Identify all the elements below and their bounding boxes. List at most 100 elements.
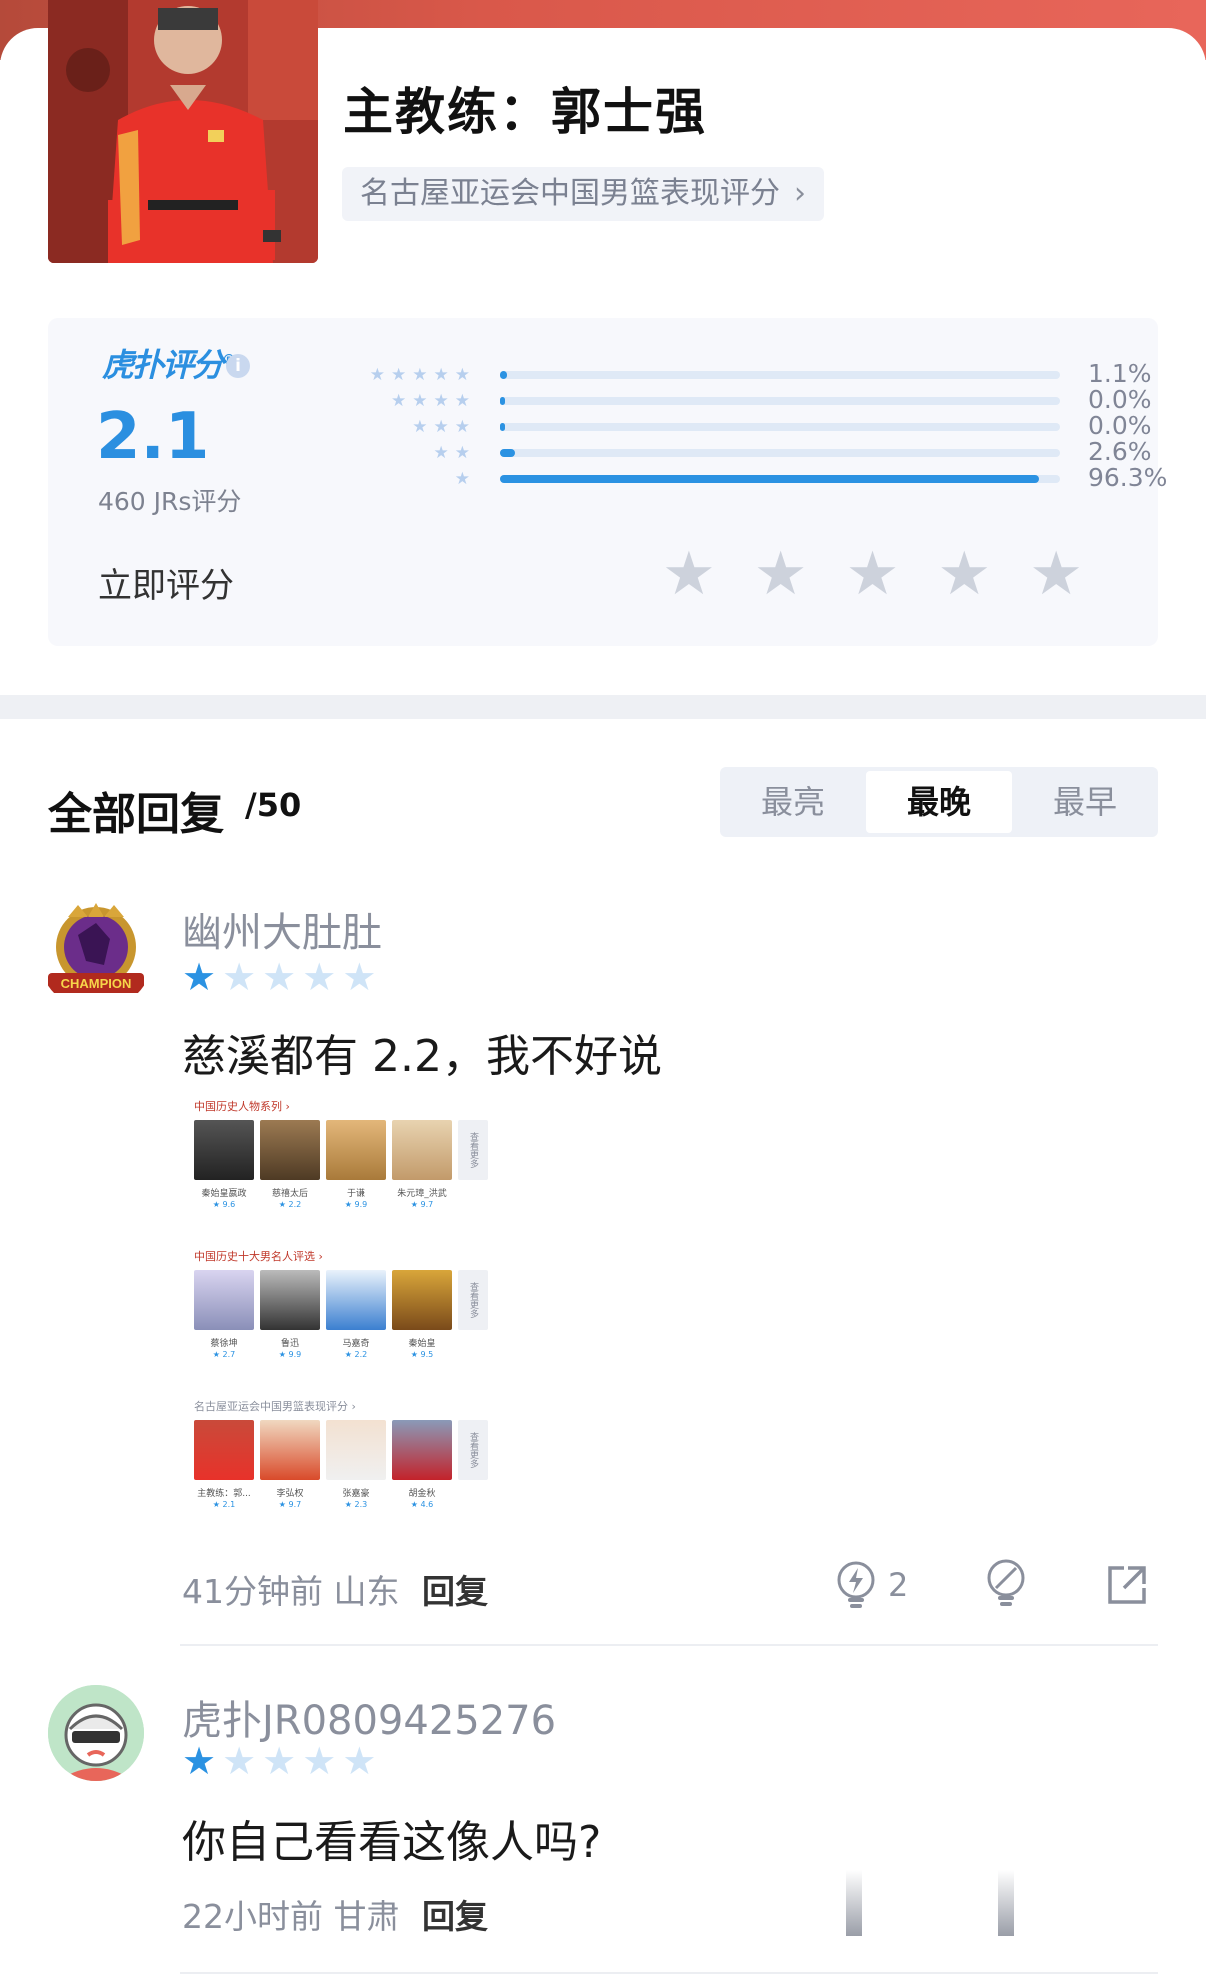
comment-separator xyxy=(180,1644,1158,1646)
coach-photo xyxy=(48,0,318,263)
distribution-row: ★ ★ 2.6% xyxy=(310,437,1152,466)
section-divider xyxy=(0,695,1206,719)
share-icon[interactable] xyxy=(1106,1564,1148,1610)
lightbulb-icon[interactable] xyxy=(834,1560,878,1614)
distribution-row: ★ 96.3% xyxy=(310,463,1168,492)
distribution-bar-fill xyxy=(500,397,506,405)
tab-latest[interactable]: 最晚 xyxy=(866,771,1012,833)
star-icon: ★ xyxy=(412,365,428,385)
distribution-stars: ★ ★ ★ xyxy=(412,414,470,440)
reply-button[interactable]: 回复 xyxy=(422,1572,488,1611)
distribution-bar-fill xyxy=(500,475,1040,483)
portrait-thumb xyxy=(326,1120,386,1180)
star-icon: ★ xyxy=(222,955,257,999)
distribution-stars: ★ ★ xyxy=(434,440,471,466)
category-tag-link[interactable]: 名古屋亚运会中国男篮表现评分 › xyxy=(342,167,824,221)
tab-earliest[interactable]: 最早 xyxy=(1012,767,1158,837)
dim-light-icon[interactable] xyxy=(998,1870,1014,1936)
average-score: 2.1 xyxy=(96,400,210,474)
distribution-bar-track xyxy=(500,397,1060,405)
avatar[interactable]: CHAMPION xyxy=(38,895,154,1011)
portrait-thumb xyxy=(194,1420,254,1480)
rate-stars[interactable]: ★ ★ ★ ★ ★ xyxy=(662,544,1083,604)
star-icon: ★ xyxy=(182,1739,217,1783)
image-thumbs: 查看更多 xyxy=(194,1120,488,1180)
replies-title: 全部回复 xyxy=(48,789,224,840)
image-section-title: 名古屋亚运会中国男篮表现评分 › xyxy=(194,1400,356,1413)
distribution-stars: ★ xyxy=(455,466,470,492)
page-title: 主教练：郭士强 xyxy=(343,83,707,141)
star-icon: ★ xyxy=(454,443,470,463)
star-icon: ★ xyxy=(454,469,470,489)
star-icon: ★ xyxy=(342,1739,377,1783)
star-icon: ★ xyxy=(433,443,449,463)
star-icon: ★ xyxy=(433,417,449,437)
image-names: 主教练：郭... 李弘权 张嘉豪 胡金秋 xyxy=(197,1489,436,1499)
distribution-row: ★ ★ ★ ★ ★ 1.1% xyxy=(310,359,1152,388)
view-more: 查看更多 xyxy=(458,1420,488,1480)
distribution-bar-track xyxy=(500,423,1060,431)
lightbulb-icon[interactable] xyxy=(846,1870,862,1936)
comment-meta: 41分钟前 山东 回复 xyxy=(182,1565,488,1613)
hupu-rating-logo: 虎扑评分® xyxy=(102,346,236,384)
dim-light-icon[interactable] xyxy=(984,1558,1028,1612)
star-icon: ★ xyxy=(342,955,377,999)
distribution-bar-fill xyxy=(500,423,506,431)
tab-hottest[interactable]: 最亮 xyxy=(720,767,866,837)
distribution-stars: ★ ★ ★ ★ xyxy=(391,388,470,414)
comment-time: 41分钟前 xyxy=(182,1572,323,1611)
star-icon: ★ xyxy=(454,391,470,411)
info-icon[interactable]: i xyxy=(226,354,250,378)
username[interactable]: 幽州大肚肚 xyxy=(182,900,382,958)
sort-tabs: 最亮 最晚 最早 xyxy=(720,767,1158,837)
portrait-thumb xyxy=(194,1120,254,1180)
portrait-thumb xyxy=(326,1420,386,1480)
user-rating: ★ ★ ★ ★ ★ xyxy=(182,1742,376,1780)
distribution-bar-track xyxy=(500,371,1060,379)
star-icon: ★ xyxy=(302,1739,337,1783)
star-icon[interactable]: ★ xyxy=(846,544,900,604)
image-thumbs: 查看更多 xyxy=(194,1420,488,1480)
comment-text: 你自己看看这像人吗? xyxy=(182,1817,602,1868)
distribution-row: ★ ★ ★ 0.0% xyxy=(310,411,1151,440)
distribution-bar-track xyxy=(500,449,1060,457)
username[interactable]: 虎扑JR0809425276 xyxy=(182,1688,556,1746)
star-icon[interactable]: ★ xyxy=(662,544,716,604)
portrait-thumb xyxy=(392,1120,452,1180)
avatar[interactable] xyxy=(48,1685,144,1781)
portrait-thumb xyxy=(392,1270,452,1330)
replies-count: /50 xyxy=(245,786,302,824)
comment-image[interactable]: 中国历史人物系列 › 查看更多 秦始皇嬴政 慈禧太后 于谦 朱元璋_洪武 ★ 9… xyxy=(190,1098,508,1528)
distribution-row: ★ ★ ★ ★ 0.0% xyxy=(310,385,1152,414)
portrait-thumb xyxy=(392,1420,452,1480)
rating-summary: 虎扑评分® i 2.1 460 JRs评分 立即评分 ★★★★★1.1%★★★★… xyxy=(48,318,1168,646)
image-thumbs: 查看更多 xyxy=(194,1270,488,1330)
reply-button[interactable]: 回复 xyxy=(422,1897,488,1936)
star-icon: ★ xyxy=(433,391,449,411)
view-more: 查看更多 xyxy=(458,1270,488,1330)
portrait-thumb xyxy=(326,1270,386,1330)
star-icon[interactable]: ★ xyxy=(1029,544,1083,604)
image-scores: ★ 2.7 ★ 9.9 ★ 2.2 ★ 9.5 xyxy=(212,1350,434,1359)
portrait-thumb xyxy=(260,1420,320,1480)
portrait-thumb xyxy=(260,1120,320,1180)
distribution-percent: 96.3% xyxy=(1088,463,1168,492)
portrait-thumb xyxy=(260,1270,320,1330)
comment-time: 22小时前 xyxy=(182,1897,323,1936)
image-scores: ★ 9.6 ★ 2.2 ★ 9.9 ★ 9.7 xyxy=(212,1200,434,1209)
rate-now-label[interactable]: 立即评分 xyxy=(98,558,234,607)
star-icon: ★ xyxy=(262,1739,297,1783)
comment-meta: 22小时前 甘肃 回复 xyxy=(182,1890,488,1938)
distribution-bar-track xyxy=(500,475,1060,483)
image-section-title: 中国历史人物系列 › xyxy=(194,1100,290,1113)
view-more: 查看更多 xyxy=(458,1120,488,1180)
star-icon[interactable]: ★ xyxy=(937,544,991,604)
star-icon: ★ xyxy=(302,955,337,999)
image-names: 秦始皇嬴政 慈禧太后 于谦 朱元璋_洪武 xyxy=(201,1189,447,1199)
star-icon[interactable]: ★ xyxy=(754,544,808,604)
distribution-percent: 0.0% xyxy=(1088,385,1152,414)
portrait-thumb xyxy=(194,1270,254,1330)
rating-count: 460 JRs评分 xyxy=(98,487,242,516)
image-names: 蔡徐坤 鲁迅 马嘉奇 秦始皇 xyxy=(210,1339,436,1349)
comment-text: 慈溪都有 2.2，我不好说 xyxy=(182,1031,662,1082)
